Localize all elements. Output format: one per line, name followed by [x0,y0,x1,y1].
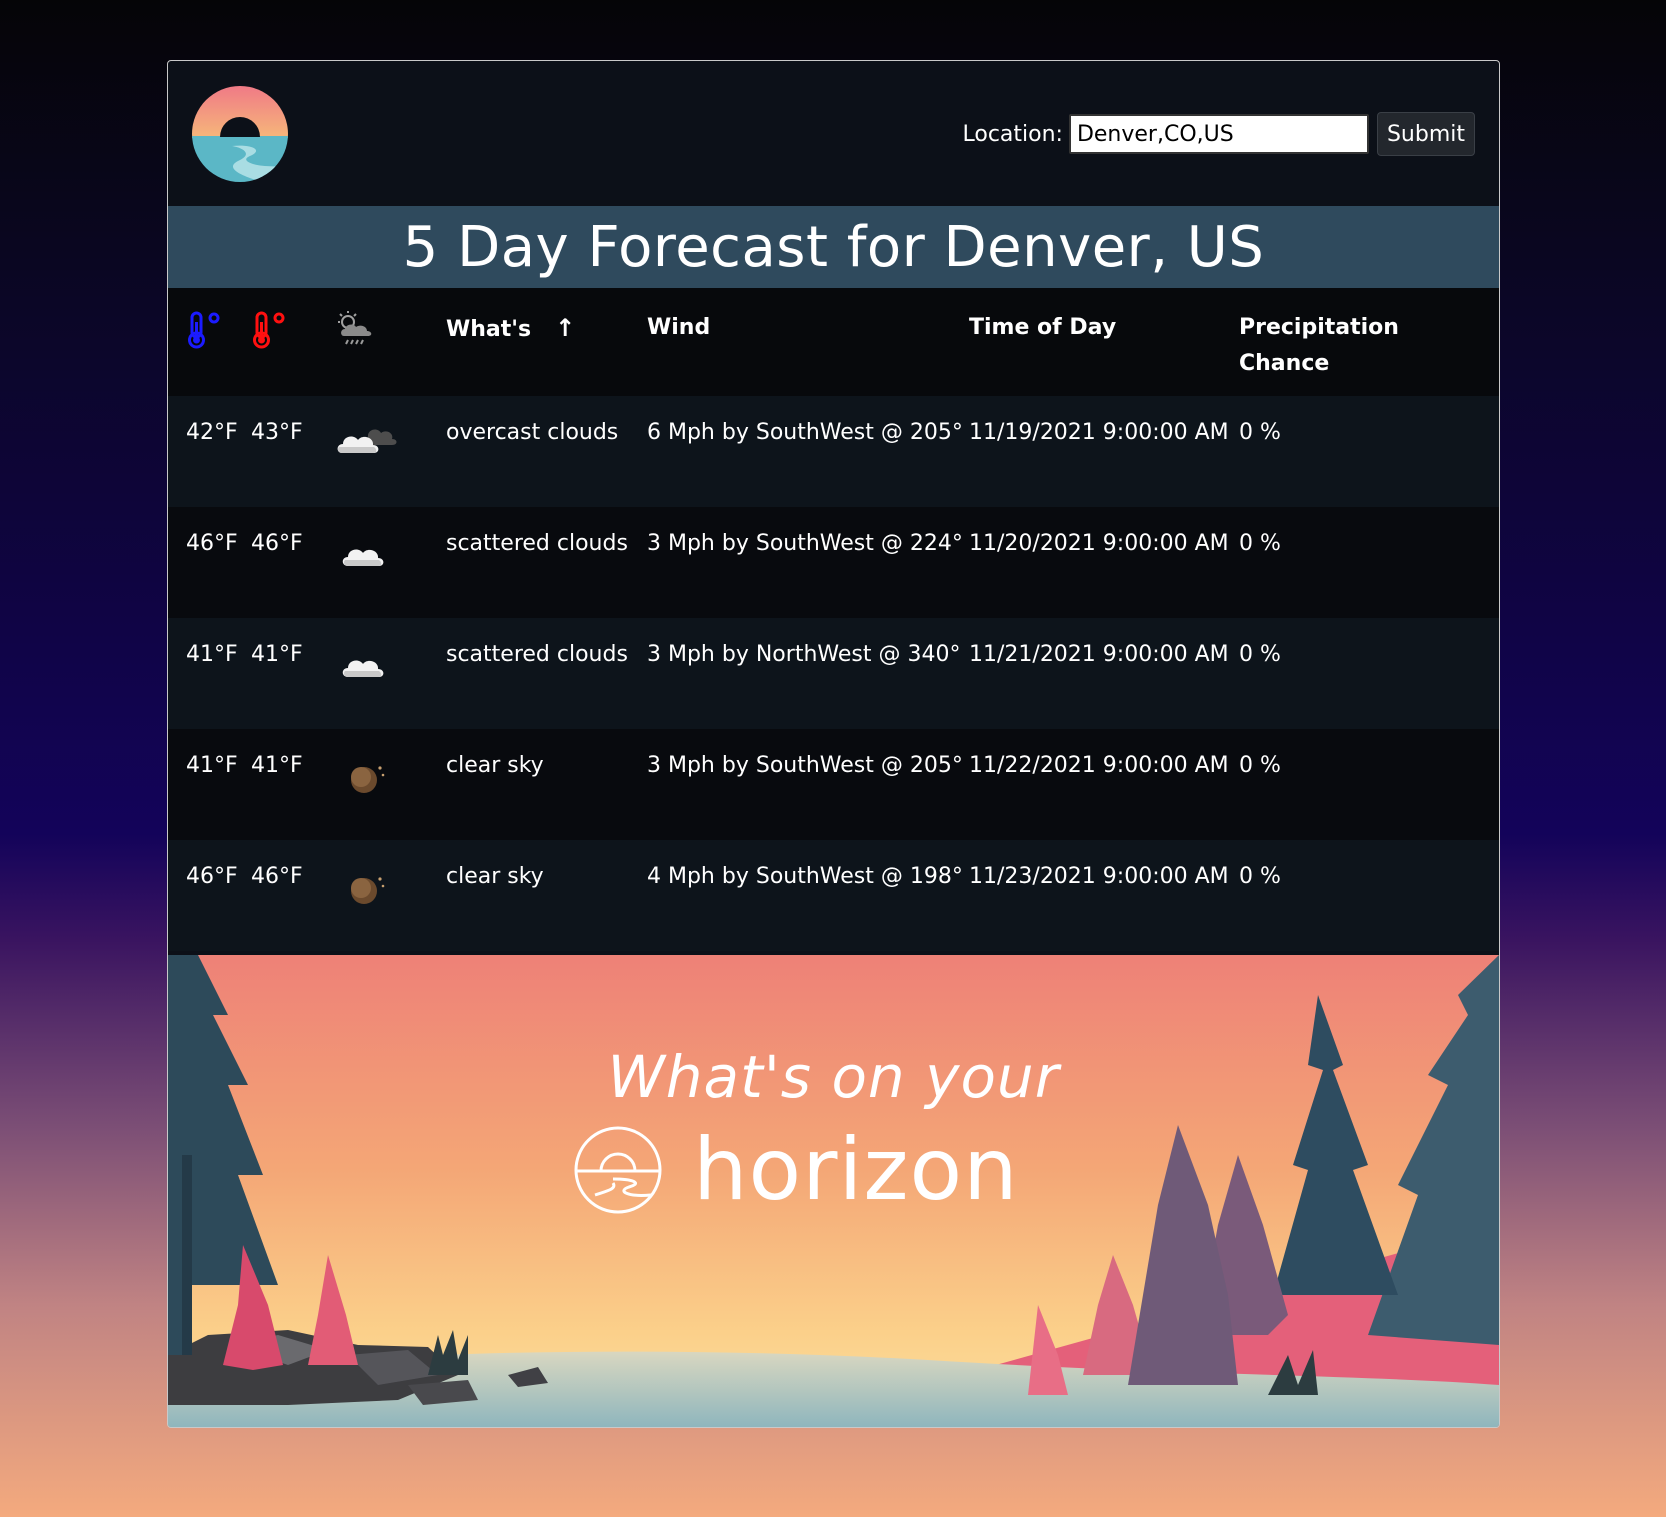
header: Location: Submit [168,61,1499,206]
description-cell: clear sky [446,864,544,889]
description-cell: overcast clouds [446,420,619,445]
weather-icon-cell [334,840,446,951]
weather-header[interactable] [334,288,446,396]
wind-cell: 4 Mph by SouthWest @ 198° [647,864,963,889]
whats-header[interactable]: What's ↑ [446,288,647,396]
wind-cell: 6 Mph by SouthWest @ 205° [647,420,963,445]
weather-cloud-rain-icon [338,311,372,345]
precipitation-cell: 0 % [1239,864,1281,889]
location-form: Location: Submit [962,111,1475,157]
scattered-clouds-icon [342,660,384,677]
forecast-table: What's ↑ Wind Time of Day Precipitation C… [168,288,1499,951]
max-temp-cell: 46°F [251,531,303,556]
forecast-card: Location: Submit 5 Day Forecast for Denv… [167,60,1500,1428]
horizon-outline-logo-icon [574,1126,662,1214]
precipitation-cell: 0 % [1239,642,1281,667]
location-label: Location: [962,121,1063,147]
weather-icon-cell [334,729,446,840]
description-cell: clear sky [446,753,544,778]
time-of-day-header[interactable]: Time of Day [969,288,1239,396]
table-row: 41°F 41°F scattered clouds 3 Mph by Nort… [168,618,1499,729]
precipitation-cell: 0 % [1239,753,1281,778]
thermometer-cold-icon [188,311,220,349]
min-temp-cell: 46°F [186,531,238,556]
min-temp-cell: 42°F [186,420,238,445]
min-temp-cell: 41°F [186,753,238,778]
description-cell: scattered clouds [446,642,628,667]
banner-brand-word: horizon [693,1120,1019,1220]
scattered-clouds-icon [342,549,384,566]
sort-arrow-up-icon[interactable]: ↑ [555,314,575,342]
table-row: 46°F 46°F scattered clouds 3 Mph by Sout… [168,507,1499,618]
weather-icon-cell [334,396,446,507]
submit-button[interactable]: Submit [1376,112,1475,156]
banner-tagline: What's on your [607,1043,1060,1111]
description-cell: scattered clouds [446,531,628,556]
precipitation-header[interactable]: Precipitation Chance [1239,288,1499,396]
overcast-clouds-icon [337,429,397,453]
time-cell: 11/23/2021 9:00:00 AM [969,864,1229,889]
clear-sky-night-icon [351,877,385,904]
max-temp-cell: 43°F [251,420,303,445]
weather-icon-cell [334,507,446,618]
horizon-logo [192,86,288,182]
min-temp-header[interactable] [168,288,251,396]
banner-brand: horizon [573,1120,1019,1220]
min-temp-cell: 41°F [186,642,238,667]
wind-cell: 3 Mph by SouthWest @ 205° [647,753,963,778]
time-cell: 11/22/2021 9:00:00 AM [969,753,1229,778]
max-temp-cell: 41°F [251,642,303,667]
horizon-banner: What's on your horizon [168,955,1499,1427]
time-cell: 11/21/2021 9:00:00 AM [969,642,1229,667]
weather-icon-cell [334,618,446,729]
table-row: 41°F 41°F clear sky 3 Mph by SouthWest @… [168,729,1499,840]
location-input[interactable] [1068,114,1369,154]
time-cell: 11/20/2021 9:00:00 AM [969,531,1229,556]
whats-header-label: What's [446,317,532,342]
thermometer-hot-icon [253,311,285,349]
table-row: 42°F 43°F overcast clouds 6 Mph by South… [168,396,1499,507]
precipitation-header-line1: Precipitation [1239,315,1399,340]
precipitation-header-line2: Chance [1239,351,1330,376]
max-temp-cell: 46°F [251,864,303,889]
precipitation-cell: 0 % [1239,531,1281,556]
wind-header[interactable]: Wind [647,288,969,396]
table-header-row: What's ↑ Wind Time of Day Precipitation C… [168,288,1499,396]
wind-cell: 3 Mph by SouthWest @ 224° [647,531,963,556]
max-temp-cell: 41°F [251,753,303,778]
title-bar: 5 Day Forecast for Denver, US [168,206,1499,288]
page-title: 5 Day Forecast for Denver, US [402,214,1265,280]
wind-cell: 3 Mph by NorthWest @ 340° [647,642,961,667]
precipitation-cell: 0 % [1239,420,1281,445]
time-cell: 11/19/2021 9:00:00 AM [969,420,1229,445]
table-row: 46°F 46°F clear sky 4 Mph by SouthWest @… [168,840,1499,951]
clear-sky-night-icon [351,766,385,793]
max-temp-header[interactable] [251,288,334,396]
min-temp-cell: 46°F [186,864,238,889]
